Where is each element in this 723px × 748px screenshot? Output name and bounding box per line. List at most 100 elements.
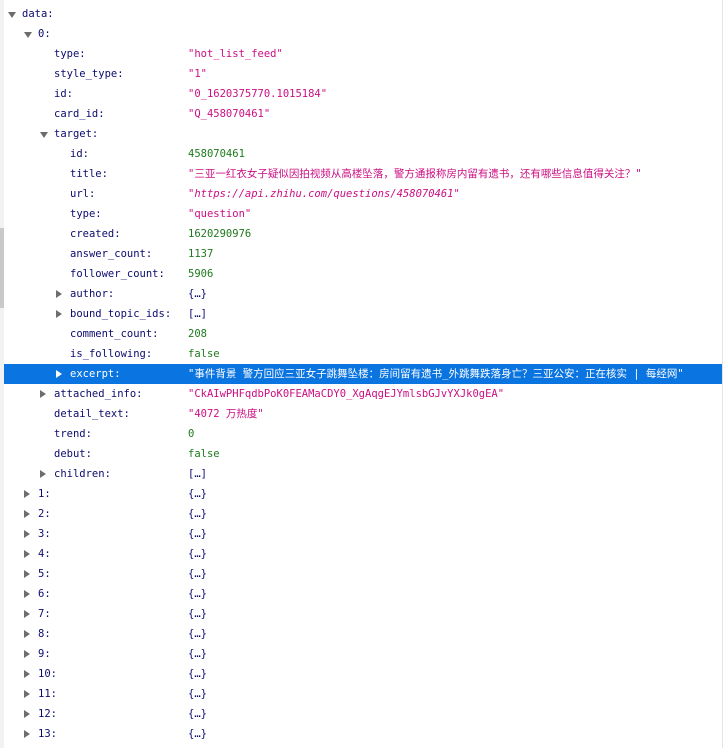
json-row[interactable]: created: 1620290976 bbox=[4, 224, 722, 244]
json-viewer: data: 0: type: "hot_list_feed" style_type: "1… bbox=[0, 0, 723, 748]
json-row[interactable]: bound_topic_ids: […] bbox=[4, 304, 722, 324]
json-row[interactable]: comment_count: 208 bbox=[4, 324, 722, 344]
expand-arrow-right-icon[interactable] bbox=[24, 650, 30, 658]
expand-arrow-down-icon[interactable] bbox=[8, 12, 16, 18]
expand-arrow-right-icon[interactable] bbox=[24, 530, 30, 538]
json-key: 4: bbox=[38, 548, 51, 560]
json-value: "CkAIwPHFqdbPoK0FEAMaCDY0_XgAqgEJYmlsbGJ… bbox=[188, 388, 505, 400]
json-row[interactable]: 9: {…} bbox=[4, 644, 722, 664]
json-key: bound_topic_ids: bbox=[70, 308, 172, 320]
expand-arrow-right-icon[interactable] bbox=[40, 390, 46, 398]
expand-arrow-right-icon[interactable] bbox=[24, 570, 30, 578]
json-key: data: bbox=[22, 8, 54, 20]
expand-arrow-right-icon[interactable] bbox=[24, 610, 30, 618]
json-value: "Q_458070461" bbox=[188, 108, 271, 120]
expand-arrow-down-icon[interactable] bbox=[24, 32, 32, 38]
expand-arrow-right-icon[interactable] bbox=[56, 290, 62, 298]
json-row[interactable]: 8: {…} bbox=[4, 624, 722, 644]
json-row[interactable]: data: bbox=[4, 4, 722, 24]
json-row[interactable]: 11: {…} bbox=[4, 684, 722, 704]
json-key: detail_text: bbox=[54, 408, 130, 420]
json-row[interactable]: id: "0_1620375770.1015184" bbox=[4, 84, 722, 104]
json-value: "1" bbox=[188, 68, 207, 80]
json-key: 6: bbox=[38, 588, 51, 600]
json-row[interactable]: type: "question" bbox=[4, 204, 722, 224]
json-row[interactable]: 2: {…} bbox=[4, 504, 722, 524]
json-row[interactable]: 10: {…} bbox=[4, 664, 722, 684]
expand-arrow-right-icon[interactable] bbox=[56, 310, 62, 318]
expand-arrow-right-icon[interactable] bbox=[24, 670, 30, 678]
json-row[interactable]: id: 458070461 bbox=[4, 144, 722, 164]
json-value: "hot_list_feed" bbox=[188, 48, 283, 60]
json-value: 1137 bbox=[188, 248, 214, 260]
json-row[interactable]: title: "三亚一红衣女子疑似因拍视频从高楼坠落，警方通报称房内留有遗书，还有… bbox=[4, 164, 722, 184]
json-row[interactable]: 4: {…} bbox=[4, 544, 722, 564]
json-value: […] bbox=[188, 468, 207, 480]
json-key: debut: bbox=[54, 448, 92, 460]
json-row[interactable]: 6: {…} bbox=[4, 584, 722, 604]
json-row[interactable]: follower_count: 5906 bbox=[4, 264, 722, 284]
json-value: {…} bbox=[188, 508, 207, 520]
expand-arrow-right-icon[interactable] bbox=[24, 490, 30, 498]
json-row[interactable]: 3: {…} bbox=[4, 524, 722, 544]
json-row[interactable]: detail_text: "4072 万热度" bbox=[4, 404, 722, 424]
json-key: url: bbox=[70, 188, 96, 200]
json-key: is_following: bbox=[70, 348, 153, 360]
expand-arrow-right-icon[interactable] bbox=[40, 470, 46, 478]
json-row[interactable]: card_id: "Q_458070461" bbox=[4, 104, 722, 124]
expand-arrow-right-icon[interactable] bbox=[24, 710, 30, 718]
json-row[interactable]: is_following: false bbox=[4, 344, 722, 364]
json-key: 5: bbox=[38, 568, 51, 580]
json-row[interactable]: excerpt: "事件背景 警方回应三亚女子跳舞坠楼：房间留有遗书_外跳舞跌落身… bbox=[4, 364, 722, 384]
json-value: "事件背景 警方回应三亚女子跳舞坠楼：房间留有遗书_外跳舞跌落身亡？三亚公安：正… bbox=[188, 368, 684, 380]
json-value: {…} bbox=[188, 548, 207, 560]
json-row[interactable]: 1: {…} bbox=[4, 484, 722, 504]
expand-arrow-down-icon[interactable] bbox=[40, 132, 48, 138]
expand-arrow-right-icon[interactable] bbox=[24, 590, 30, 598]
json-value: 458070461 bbox=[188, 148, 245, 160]
json-row[interactable]: style_type: "1" bbox=[4, 64, 722, 84]
json-key: id: bbox=[54, 88, 73, 100]
json-value: {…} bbox=[188, 488, 207, 500]
json-value: {…} bbox=[188, 568, 207, 580]
json-row[interactable]: author: {…} bbox=[4, 284, 722, 304]
json-value: "https://api.zhihu.com/questions/4580704… bbox=[188, 188, 460, 200]
json-value: 5906 bbox=[188, 268, 214, 280]
json-row[interactable]: attached_info: "CkAIwPHFqdbPoK0FEAMaCDY0_… bbox=[4, 384, 722, 404]
json-row[interactable]: 0: bbox=[4, 24, 722, 44]
json-row[interactable]: debut: false bbox=[4, 444, 722, 464]
json-key: comment_count: bbox=[70, 328, 159, 340]
json-value: {…} bbox=[188, 288, 207, 300]
json-key: author: bbox=[70, 288, 115, 300]
json-key: 11: bbox=[38, 688, 57, 700]
json-value: {…} bbox=[188, 528, 207, 540]
json-row[interactable]: 12: {…} bbox=[4, 704, 722, 724]
json-row[interactable]: 13: {…} bbox=[4, 724, 722, 744]
expand-arrow-right-icon[interactable] bbox=[24, 730, 30, 738]
json-row[interactable]: 7: {…} bbox=[4, 604, 722, 624]
json-key: 1: bbox=[38, 488, 51, 500]
expand-arrow-right-icon[interactable] bbox=[56, 370, 62, 378]
expand-arrow-right-icon[interactable] bbox=[24, 510, 30, 518]
expand-arrow-right-icon[interactable] bbox=[24, 690, 30, 698]
json-value: {…} bbox=[188, 688, 207, 700]
json-value: "question" bbox=[188, 208, 252, 220]
json-key: trend: bbox=[54, 428, 92, 440]
json-row[interactable]: target: bbox=[4, 124, 722, 144]
json-row[interactable]: url: "https://api.zhihu.com/questions/458… bbox=[4, 184, 722, 204]
json-value: false bbox=[188, 448, 220, 460]
json-value: 0 bbox=[188, 428, 195, 440]
json-row[interactable]: children: […] bbox=[4, 464, 722, 484]
json-row[interactable]: 5: {…} bbox=[4, 564, 722, 584]
json-row[interactable]: type: "hot_list_feed" bbox=[4, 44, 722, 64]
json-row[interactable]: answer_count: 1137 bbox=[4, 244, 722, 264]
json-key: excerpt: bbox=[70, 368, 121, 380]
json-key: id: bbox=[70, 148, 89, 160]
json-value: {…} bbox=[188, 668, 207, 680]
json-row[interactable]: trend: 0 bbox=[4, 424, 722, 444]
expand-arrow-right-icon[interactable] bbox=[24, 550, 30, 558]
json-key: 12: bbox=[38, 708, 57, 720]
json-value: {…} bbox=[188, 588, 207, 600]
json-value: {…} bbox=[188, 728, 207, 740]
expand-arrow-right-icon[interactable] bbox=[24, 630, 30, 638]
